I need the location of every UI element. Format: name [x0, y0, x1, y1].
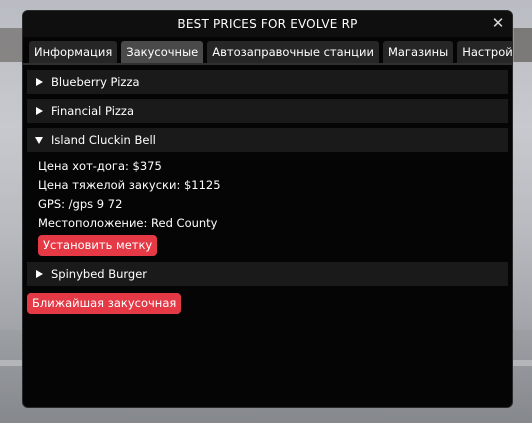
window-title: BEST PRICES FOR EVOLVE RP: [177, 17, 358, 31]
restaurant-list: Blueberry Pizza Financial Pizza Island C…: [23, 65, 512, 314]
triangle-right-icon: [27, 78, 51, 86]
hotdog-price: Цена хот-дога: $375: [38, 159, 162, 173]
triangle-right-icon: [27, 107, 51, 115]
window-titlebar[interactable]: BEST PRICES FOR EVOLVE RP ✕: [23, 11, 512, 37]
restaurant-header-spinybed-burger[interactable]: Spinybed Burger: [27, 262, 508, 286]
nearest-snack-bar-button[interactable]: Ближайшая закусочная: [27, 293, 182, 314]
close-icon[interactable]: ✕: [490, 15, 506, 31]
gps-command: GPS: /gps 9 72: [38, 197, 123, 211]
set-marker-button[interactable]: Установить метку: [38, 235, 158, 256]
restaurant-name: Financial Pizza: [51, 104, 135, 118]
restaurant-details: Цена хот-дога: $375 Цена тяжелой закуски…: [27, 157, 508, 262]
restaurant-header-blueberry-pizza[interactable]: Blueberry Pizza: [27, 70, 508, 94]
tab-shops[interactable]: Магазины: [382, 41, 454, 63]
tab-gas-stations[interactable]: Автозаправочные станции: [207, 41, 379, 63]
restaurant-header-island-cluckin-bell[interactable]: Island Cluckin Bell: [27, 128, 508, 152]
tab-settings[interactable]: Настройки: [457, 41, 512, 63]
restaurant-name: Blueberry Pizza: [51, 75, 140, 89]
triangle-right-icon: [27, 270, 51, 278]
prices-window: BEST PRICES FOR EVOLVE RP ✕ Информация З…: [22, 10, 513, 408]
heavy-snack-price: Цена тяжелой закуски: $1125: [38, 178, 221, 192]
triangle-down-icon: [27, 136, 51, 144]
game-scene: BEST PRICES FOR EVOLVE RP ✕ Информация З…: [0, 0, 532, 423]
restaurant-header-financial-pizza[interactable]: Financial Pizza: [27, 99, 508, 123]
tab-info[interactable]: Информация: [29, 41, 118, 63]
location-text: Местоположение: Red County: [38, 216, 218, 230]
tab-bar: Информация Закусочные Автозаправочные ст…: [23, 37, 512, 65]
restaurant-name: Spinybed Burger: [51, 267, 148, 281]
tab-snack-bars[interactable]: Закусочные: [121, 41, 204, 63]
restaurant-name: Island Cluckin Bell: [51, 133, 156, 147]
